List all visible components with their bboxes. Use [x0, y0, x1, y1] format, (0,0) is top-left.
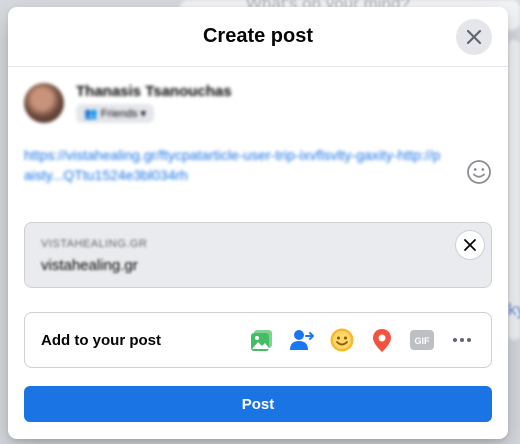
gif-icon: GIF — [410, 330, 434, 350]
post-author: Thanasis Tsanouchas 👥 Friends ▾ — [24, 83, 232, 123]
link-preview-card[interactable]: VISTAHEALING.GR vistahealing.gr — [24, 222, 492, 288]
add-to-post-label: Add to your post — [41, 331, 161, 349]
avatar — [24, 83, 64, 123]
create-post-dialog: Create post Thanasis Tsanouchas 👥 Friend… — [8, 7, 508, 439]
tag-people-icon — [290, 330, 314, 350]
feeling-activity-button[interactable] — [329, 327, 355, 353]
post-text-input[interactable]: https://vistahealing.gr/ftycpatarticle-u… — [24, 145, 444, 185]
location-pin-icon — [373, 329, 391, 352]
add-to-post-bar: Add to your post GIF — [24, 312, 492, 368]
gif-button[interactable]: GIF — [409, 327, 435, 353]
close-dialog-button[interactable] — [456, 19, 492, 55]
backdrop-feed-card — [508, 40, 520, 340]
photo-video-icon — [251, 330, 272, 351]
author-name: Thanasis Tsanouchas — [76, 83, 232, 100]
friends-icon: 👥 — [84, 108, 101, 120]
tag-people-button[interactable] — [289, 327, 315, 353]
svg-text:GIF: GIF — [415, 336, 431, 346]
more-options-button[interactable] — [449, 327, 475, 353]
remove-link-preview-button[interactable] — [455, 230, 485, 260]
link-preview-title: vistahealing.gr — [41, 257, 138, 274]
audience-label: Friends — [100, 108, 138, 120]
feeling-activity-icon — [330, 328, 354, 352]
chevron-down-icon: ▾ — [137, 108, 147, 120]
add-to-post-icons: GIF — [249, 327, 475, 353]
close-icon — [466, 29, 482, 45]
close-icon — [464, 239, 476, 251]
dialog-title: Create post — [202, 25, 314, 47]
post-button[interactable]: Post — [24, 386, 492, 422]
emoji-picker-button[interactable] — [466, 159, 492, 185]
dialog-header: Create post — [8, 7, 508, 67]
link-preview-domain: VISTAHEALING.GR — [41, 238, 148, 250]
author-info: Thanasis Tsanouchas 👥 Friends ▾ — [76, 83, 232, 123]
smiley-icon — [467, 160, 491, 184]
audience-selector[interactable]: 👥 Friends ▾ — [76, 104, 155, 123]
more-horizontal-icon — [453, 338, 471, 342]
check-in-button[interactable] — [369, 327, 395, 353]
backdrop-side-text: ky — [508, 300, 520, 319]
photo-video-button[interactable] — [249, 327, 275, 353]
